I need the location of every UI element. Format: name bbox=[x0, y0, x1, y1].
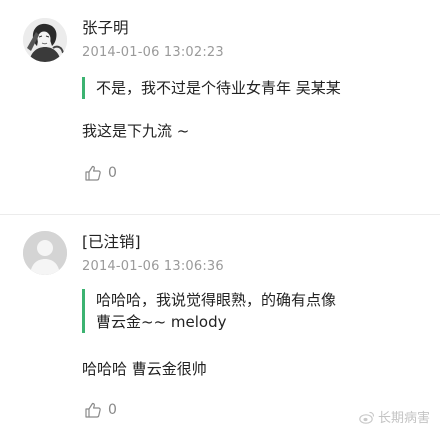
comment-timestamp: 2014-01-06 13:02:23 bbox=[82, 45, 224, 60]
comment-author[interactable]: 张子明 bbox=[82, 16, 129, 38]
watermark-text: 长期病害 bbox=[377, 411, 430, 426]
default-user-avatar-icon bbox=[23, 231, 67, 275]
like-button[interactable]: 0 bbox=[84, 399, 117, 421]
like-count: 0 bbox=[108, 165, 117, 181]
like-button[interactable]: 0 bbox=[84, 162, 117, 184]
comment-author[interactable]: [已注销] bbox=[82, 230, 141, 252]
like-count: 0 bbox=[108, 402, 117, 418]
watermark: 长期病害 bbox=[359, 407, 430, 426]
illustrated-portrait-avatar-icon bbox=[23, 18, 67, 62]
comment-timestamp: 2014-01-06 13:06:36 bbox=[82, 259, 224, 274]
thumbs-up-icon bbox=[85, 402, 101, 418]
avatar[interactable] bbox=[23, 231, 67, 275]
avatar[interactable] bbox=[23, 18, 67, 62]
comment-text: 我这是下九流 ~ bbox=[82, 122, 190, 140]
quoted-reply: 哈哈哈，我说觉得眼熟，的确有点像曹云金~~ melody bbox=[82, 289, 342, 333]
thumbs-up-icon bbox=[85, 165, 101, 181]
quoted-reply: 不是，我不过是个待业女青年 吴某某 bbox=[82, 77, 422, 99]
comment-item: 张子明 2014-01-06 13:02:23 不是，我不过是个待业女青年 吴某… bbox=[0, 0, 440, 215]
weibo-logo-icon bbox=[359, 411, 374, 424]
comment-text: 哈哈哈 曹云金很帅 bbox=[82, 360, 207, 378]
comment-item: [已注销] 2014-01-06 13:06:36 哈哈哈，我说觉得眼熟，的确有… bbox=[0, 215, 440, 434]
